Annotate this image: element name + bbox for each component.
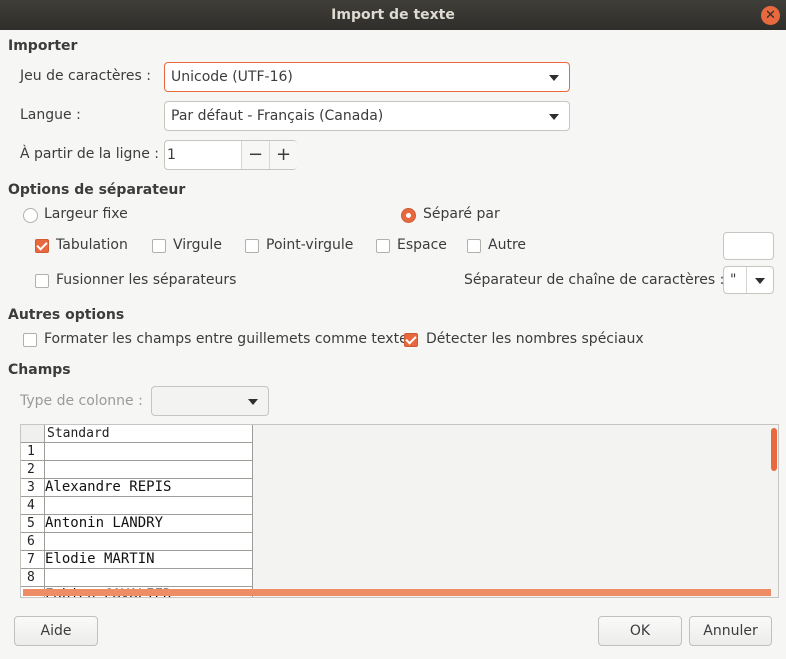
help-button[interactable]: Aide xyxy=(14,616,98,646)
row-header: 3 xyxy=(21,479,45,497)
importer-section-title: Importer xyxy=(8,38,78,54)
string-delimiter-select[interactable]: " xyxy=(723,266,774,294)
increment-button[interactable]: + xyxy=(269,141,297,169)
other-checkbox[interactable] xyxy=(467,239,481,253)
grid-cell xyxy=(45,533,253,551)
column-type-label: Type de colonne : xyxy=(20,393,143,409)
other-options-section-title: Autres options xyxy=(8,307,125,323)
detect-special-numbers-checkbox[interactable] xyxy=(404,333,418,347)
grid-corner xyxy=(21,425,45,443)
grid-cell: Alexandre REPIS xyxy=(45,479,253,497)
grid-cell xyxy=(45,569,253,587)
tab-checkbox[interactable] xyxy=(35,239,49,253)
chevron-down-icon xyxy=(755,278,765,284)
grid-cell xyxy=(45,497,253,515)
horizontal-scrollbar[interactable] xyxy=(23,589,771,596)
row-header: 8 xyxy=(21,569,45,587)
quoted-as-text-label[interactable]: Formater les champs entre guillemets com… xyxy=(44,331,408,347)
from-row-value[interactable]: 1 xyxy=(167,141,176,169)
space-label[interactable]: Espace xyxy=(397,237,447,253)
ok-button[interactable]: OK xyxy=(598,616,682,646)
column-type-select[interactable] xyxy=(151,386,269,416)
separated-by-label[interactable]: Séparé par xyxy=(423,206,500,222)
fixed-width-label[interactable]: Largeur fixe xyxy=(44,206,128,222)
comma-label[interactable]: Virgule xyxy=(173,237,222,253)
merge-separators-checkbox[interactable] xyxy=(35,274,49,288)
column-header[interactable]: Standard xyxy=(45,425,253,443)
decrement-button[interactable]: − xyxy=(241,141,269,169)
quoted-as-text-checkbox[interactable] xyxy=(23,333,37,347)
charset-label: Jeu de caractères : xyxy=(20,68,151,84)
grid-cell xyxy=(45,461,253,479)
string-delimiter-value: " xyxy=(730,272,737,288)
comma-checkbox[interactable] xyxy=(152,239,166,253)
grid-cell: Elodie MARTIN xyxy=(45,551,253,569)
from-row-spinner[interactable]: 1 − + xyxy=(164,140,297,170)
space-checkbox[interactable] xyxy=(376,239,390,253)
chevron-down-icon xyxy=(549,114,559,120)
fixed-width-radio[interactable] xyxy=(23,208,38,223)
row-header: 7 xyxy=(21,551,45,569)
charset-select[interactable]: Unicode (UTF-16) xyxy=(164,62,570,92)
from-row-label: À partir de la ligne : xyxy=(20,146,160,162)
row-header: 4 xyxy=(21,497,45,515)
separator-section-title: Options de séparateur xyxy=(8,182,186,198)
title-bar: Import de texte ✕ xyxy=(0,0,786,30)
tab-label[interactable]: Tabulation xyxy=(56,237,128,253)
charset-value: Unicode (UTF-16) xyxy=(171,69,293,85)
language-label: Langue : xyxy=(20,107,81,123)
row-header: 6 xyxy=(21,533,45,551)
fields-section-title: Champs xyxy=(8,362,71,378)
other-label[interactable]: Autre xyxy=(488,237,526,253)
row-header: 1 xyxy=(21,443,45,461)
chevron-down-icon xyxy=(549,75,559,81)
other-separator-input[interactable] xyxy=(723,232,774,260)
cancel-button[interactable]: Annuler xyxy=(689,616,772,646)
separated-by-radio[interactable] xyxy=(401,208,416,223)
language-value: Par défaut - Français (Canada) xyxy=(171,108,384,124)
vertical-scrollbar[interactable] xyxy=(771,428,777,471)
chevron-down-icon xyxy=(248,399,258,405)
string-delimiter-label: Séparateur de chaîne de caractères : xyxy=(464,272,725,288)
language-select[interactable]: Par défaut - Français (Canada) xyxy=(164,101,570,131)
semicolon-label[interactable]: Point-virgule xyxy=(266,237,353,253)
grid-cell: Antonin LANDRY xyxy=(45,515,253,533)
semicolon-checkbox[interactable] xyxy=(245,239,259,253)
detect-special-numbers-label[interactable]: Détecter les nombres spéciaux xyxy=(426,331,644,347)
row-header: 5 xyxy=(21,515,45,533)
grid-cell xyxy=(45,443,253,461)
close-icon[interactable]: ✕ xyxy=(761,6,780,25)
merge-separators-label[interactable]: Fusionner les séparateurs xyxy=(56,272,236,288)
window-title: Import de texte xyxy=(331,7,455,23)
preview-grid[interactable]: Standard 1 2 3 Alexandre REPIS 4 5 Anton… xyxy=(20,424,779,598)
row-header: 2 xyxy=(21,461,45,479)
